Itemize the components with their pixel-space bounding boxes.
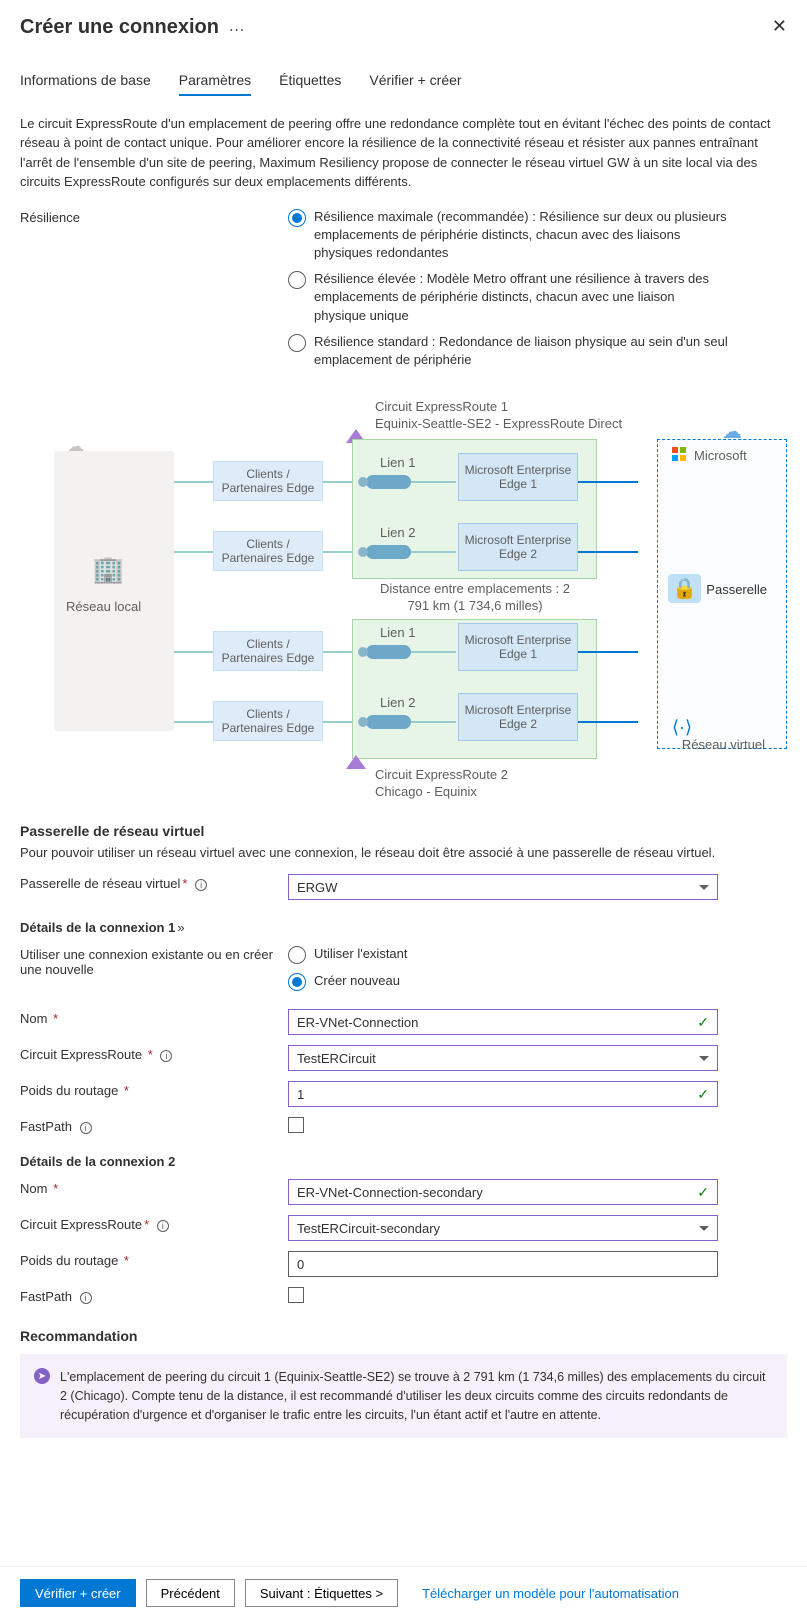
check-icon: ✓ xyxy=(697,1184,709,1201)
close-icon[interactable]: ✕ xyxy=(772,16,787,37)
client-edge-box: Clients / Partenaires Edge xyxy=(213,461,323,501)
client-edge-box: Clients / Partenaires Edge xyxy=(213,701,323,741)
vnet-label: Réseau virtuel xyxy=(682,737,765,752)
info-icon[interactable]: i xyxy=(195,879,207,891)
page-title: Créer une connexion xyxy=(20,16,219,39)
vnet-icon: ⟨·⟩ xyxy=(672,717,692,738)
tab-tags[interactable]: Étiquettes xyxy=(279,72,341,96)
conn1-use-existing[interactable]: Utiliser l'existant xyxy=(288,945,728,964)
radio-icon xyxy=(288,334,306,352)
download-template-link[interactable]: Télécharger un modèle pour l'automatisat… xyxy=(422,1586,679,1601)
next-button[interactable]: Suivant : Étiquettes > xyxy=(245,1579,398,1607)
lock-icon: 🔒 xyxy=(668,574,701,603)
link-label: Lien 1 xyxy=(380,625,415,640)
building-icon: 🏢 xyxy=(92,554,124,585)
resilience-label: Résilience xyxy=(20,208,288,378)
radio-icon xyxy=(288,209,306,227)
link-icon xyxy=(366,475,411,489)
conn1-weight-label: Poids du routage * xyxy=(20,1081,288,1107)
chevron-down-icon xyxy=(699,1056,709,1061)
tab-basics[interactable]: Informations de base xyxy=(20,72,151,96)
recommendation-box: ➤ L'emplacement de peering du circuit 1 … xyxy=(20,1354,787,1438)
conn1-fastpath-checkbox[interactable] xyxy=(288,1117,304,1133)
link-icon xyxy=(366,545,411,559)
tab-review[interactable]: Vérifier + créer xyxy=(369,72,461,96)
vnet-gateway-desc: Pour pouvoir utiliser un réseau virtuel … xyxy=(20,845,787,860)
footer-bar: Vérifier + créer Précédent Suivant : Éti… xyxy=(0,1566,807,1619)
conn2-circuit-select[interactable]: TestERCircuit-secondary xyxy=(288,1215,718,1241)
previous-button[interactable]: Précédent xyxy=(146,1579,235,1607)
radio-label: Résilience maximale (recommandée) : Rési… xyxy=(314,208,728,263)
conn1-name-label: Nom * xyxy=(20,1009,288,1035)
link-icon xyxy=(366,645,411,659)
conn2-fastpath-label: FastPath i xyxy=(20,1287,288,1304)
topology-diagram: ☁ 🏢 Réseau local Clients / Partenaires E… xyxy=(40,389,787,799)
conn2-weight-label: Poids du routage * xyxy=(20,1251,288,1277)
chevron-down-icon xyxy=(699,1226,709,1231)
conn2-circuit-label: Circuit ExpressRoute* i xyxy=(20,1215,288,1241)
conn2-name-input[interactable]: ER-VNet-Connection-secondary✓ xyxy=(288,1179,718,1205)
circuit2-label: Circuit ExpressRoute 2Chicago - Equinix xyxy=(375,767,508,801)
more-icon[interactable]: ⋯ xyxy=(229,22,245,39)
conn1-name-input[interactable]: ER-VNet-Connection✓ xyxy=(288,1009,718,1035)
msee-box: Microsoft Enterprise Edge 2 xyxy=(458,523,578,571)
resilience-option-high[interactable]: Résilience élevée : Modèle Metro offrant… xyxy=(288,270,728,325)
link-label: Lien 2 xyxy=(380,695,415,710)
check-icon: ✓ xyxy=(697,1014,709,1031)
conn2-heading: Détails de la connexion 2 xyxy=(20,1154,787,1169)
radio-label: Créer nouveau xyxy=(314,972,400,990)
info-icon[interactable]: i xyxy=(157,1220,169,1232)
msee-box: Microsoft Enterprise Edge 1 xyxy=(458,623,578,671)
onprem-label: Réseau local xyxy=(66,599,141,614)
radio-icon xyxy=(288,271,306,289)
radio-label: Utiliser l'existant xyxy=(314,945,408,963)
intro-text: Le circuit ExpressRoute d'un emplacement… xyxy=(20,114,787,192)
msee-box: Microsoft Enterprise Edge 1 xyxy=(458,453,578,501)
microsoft-logo-icon xyxy=(672,447,686,461)
microsoft-label: Microsoft xyxy=(694,448,747,463)
tab-settings[interactable]: Paramètres xyxy=(179,72,251,96)
conn1-fastpath-label: FastPath i xyxy=(20,1117,288,1134)
msee-box: Microsoft Enterprise Edge 2 xyxy=(458,693,578,741)
vnet-gateway-label: Passerelle de réseau virtuel* i xyxy=(20,874,288,900)
recommendation-icon: ➤ xyxy=(34,1368,50,1384)
tab-bar: Informations de base Paramètres Étiquett… xyxy=(0,40,807,96)
conn2-fastpath-checkbox[interactable] xyxy=(288,1287,304,1303)
client-edge-box: Clients / Partenaires Edge xyxy=(213,631,323,671)
chevron-down-icon xyxy=(699,885,709,890)
resilience-option-standard[interactable]: Résilience standard : Redondance de liai… xyxy=(288,333,728,369)
conn1-heading: Détails de la connexion 1» xyxy=(20,920,787,935)
conn2-name-label: Nom * xyxy=(20,1179,288,1205)
check-icon: ✓ xyxy=(697,1086,709,1103)
circuit1-label: Circuit ExpressRoute 1Equinix-Seattle-SE… xyxy=(375,399,622,433)
link-label: Lien 2 xyxy=(380,525,415,540)
conn1-weight-input[interactable]: 1✓ xyxy=(288,1081,718,1107)
link-label: Lien 1 xyxy=(380,455,415,470)
triangle-icon xyxy=(346,755,366,769)
resilience-option-max[interactable]: Résilience maximale (recommandée) : Rési… xyxy=(288,208,728,263)
vnet-gateway-select[interactable]: ERGW xyxy=(288,874,718,900)
distance-label: Distance entre emplacements : 2791 km (1… xyxy=(365,581,585,615)
gateway-label: Passerelle xyxy=(706,582,767,597)
recommendation-heading: Recommandation xyxy=(20,1328,787,1344)
radio-label: Résilience standard : Redondance de liai… xyxy=(314,333,728,369)
radio-label: Résilience élevée : Modèle Metro offrant… xyxy=(314,270,728,325)
vnet-gateway-heading: Passerelle de réseau virtuel xyxy=(20,823,787,839)
client-edge-box: Clients / Partenaires Edge xyxy=(213,531,323,571)
conn1-use-label: Utiliser une connexion existante ou en c… xyxy=(20,945,288,999)
conn1-create-new[interactable]: Créer nouveau xyxy=(288,972,728,991)
link-icon xyxy=(366,715,411,729)
info-icon[interactable]: i xyxy=(160,1050,172,1062)
onprem-box xyxy=(54,451,174,731)
review-create-button[interactable]: Vérifier + créer xyxy=(20,1579,136,1607)
info-icon[interactable]: i xyxy=(80,1122,92,1134)
conn1-circuit-label: Circuit ExpressRoute * i xyxy=(20,1045,288,1071)
info-icon[interactable]: i xyxy=(80,1292,92,1304)
radio-icon xyxy=(288,973,306,991)
conn2-weight-input[interactable]: 0 xyxy=(288,1251,718,1277)
conn1-circuit-select[interactable]: TestERCircuit xyxy=(288,1045,718,1071)
radio-icon xyxy=(288,946,306,964)
